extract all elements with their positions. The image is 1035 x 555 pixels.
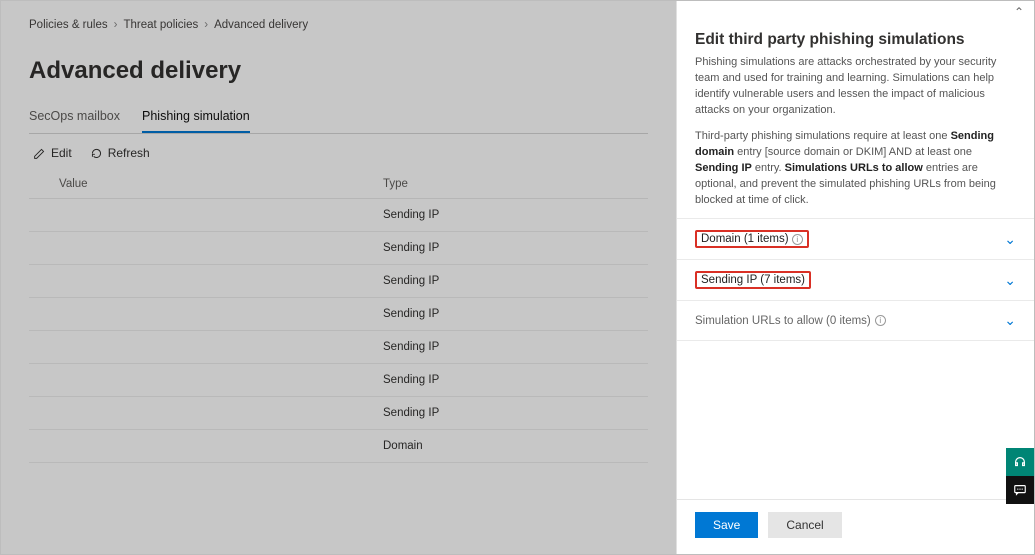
chevron-right-icon: › xyxy=(114,19,118,31)
column-header-value[interactable]: Value xyxy=(29,178,383,190)
cell-type: Domain xyxy=(383,440,648,452)
page-title: Advanced delivery xyxy=(29,57,648,85)
column-header-type[interactable]: Type xyxy=(383,178,648,190)
table-row[interactable]: Sending IP xyxy=(29,397,648,430)
refresh-label: Refresh xyxy=(108,146,150,160)
accordion-simulation-urls[interactable]: Simulation URLs to allow (0 items) i ⌄ xyxy=(677,301,1034,341)
table-row[interactable]: Domain xyxy=(29,430,648,463)
table-row[interactable]: Sending IP xyxy=(29,331,648,364)
feedback-icon[interactable] xyxy=(1006,476,1034,504)
chevron-down-icon: ⌄ xyxy=(1004,312,1016,329)
refresh-button[interactable]: Refresh xyxy=(90,146,150,160)
table-row[interactable]: Sending IP xyxy=(29,232,648,265)
cell-type: Sending IP xyxy=(383,209,648,221)
table-row[interactable]: Sending IP xyxy=(29,298,648,331)
panel-description-2: Third-party phishing simulations require… xyxy=(695,129,1016,209)
accordion-domain[interactable]: Domain (1 items) i ⌄ xyxy=(677,219,1034,260)
breadcrumb-threat[interactable]: Threat policies xyxy=(123,19,198,31)
panel-description-1: Phishing simulations are attacks orchest… xyxy=(695,55,1016,119)
table-row[interactable]: Sending IP xyxy=(29,265,648,298)
highlight-domain: Domain (1 items) i xyxy=(695,230,809,248)
tab-secops[interactable]: SecOps mailbox xyxy=(29,103,120,133)
cell-type: Sending IP xyxy=(383,374,648,386)
edit-button[interactable]: Edit xyxy=(33,146,72,160)
edit-label: Edit xyxy=(51,146,72,160)
headset-icon[interactable] xyxy=(1006,448,1034,476)
breadcrumb-policies[interactable]: Policies & rules xyxy=(29,19,108,31)
highlight-sending-ip: Sending IP (7 items) xyxy=(695,271,811,289)
panel-title: Edit third party phishing simulations xyxy=(695,31,1016,49)
data-table: Value Type Sending IP Sending IP Sending… xyxy=(29,172,648,463)
table-row[interactable]: Sending IP xyxy=(29,199,648,232)
refresh-icon xyxy=(90,147,103,160)
pencil-icon xyxy=(33,147,46,160)
edit-panel: ⌃ Edit third party phishing simulations … xyxy=(676,1,1034,554)
info-icon[interactable]: i xyxy=(792,234,803,245)
chevron-down-icon: ⌄ xyxy=(1004,272,1016,289)
breadcrumb-advanced[interactable]: Advanced delivery xyxy=(214,19,308,31)
info-icon[interactable]: i xyxy=(875,315,886,326)
cell-type: Sending IP xyxy=(383,275,648,287)
tab-phishing-simulation[interactable]: Phishing simulation xyxy=(142,103,250,133)
cell-type: Sending IP xyxy=(383,242,648,254)
breadcrumb: Policies & rules › Threat policies › Adv… xyxy=(29,19,648,31)
chevron-right-icon: › xyxy=(204,19,208,31)
cell-type: Sending IP xyxy=(383,308,648,320)
save-button[interactable]: Save xyxy=(695,512,758,538)
close-icon[interactable]: ⌃ xyxy=(1014,5,1024,19)
chevron-down-icon: ⌄ xyxy=(1004,231,1016,248)
tab-bar: SecOps mailbox Phishing simulation xyxy=(29,103,648,134)
cell-type: Sending IP xyxy=(383,341,648,353)
table-row[interactable]: Sending IP xyxy=(29,364,648,397)
cell-type: Sending IP xyxy=(383,407,648,419)
accordion-sending-ip[interactable]: Sending IP (7 items) ⌄ xyxy=(677,260,1034,301)
cancel-button[interactable]: Cancel xyxy=(768,512,841,538)
